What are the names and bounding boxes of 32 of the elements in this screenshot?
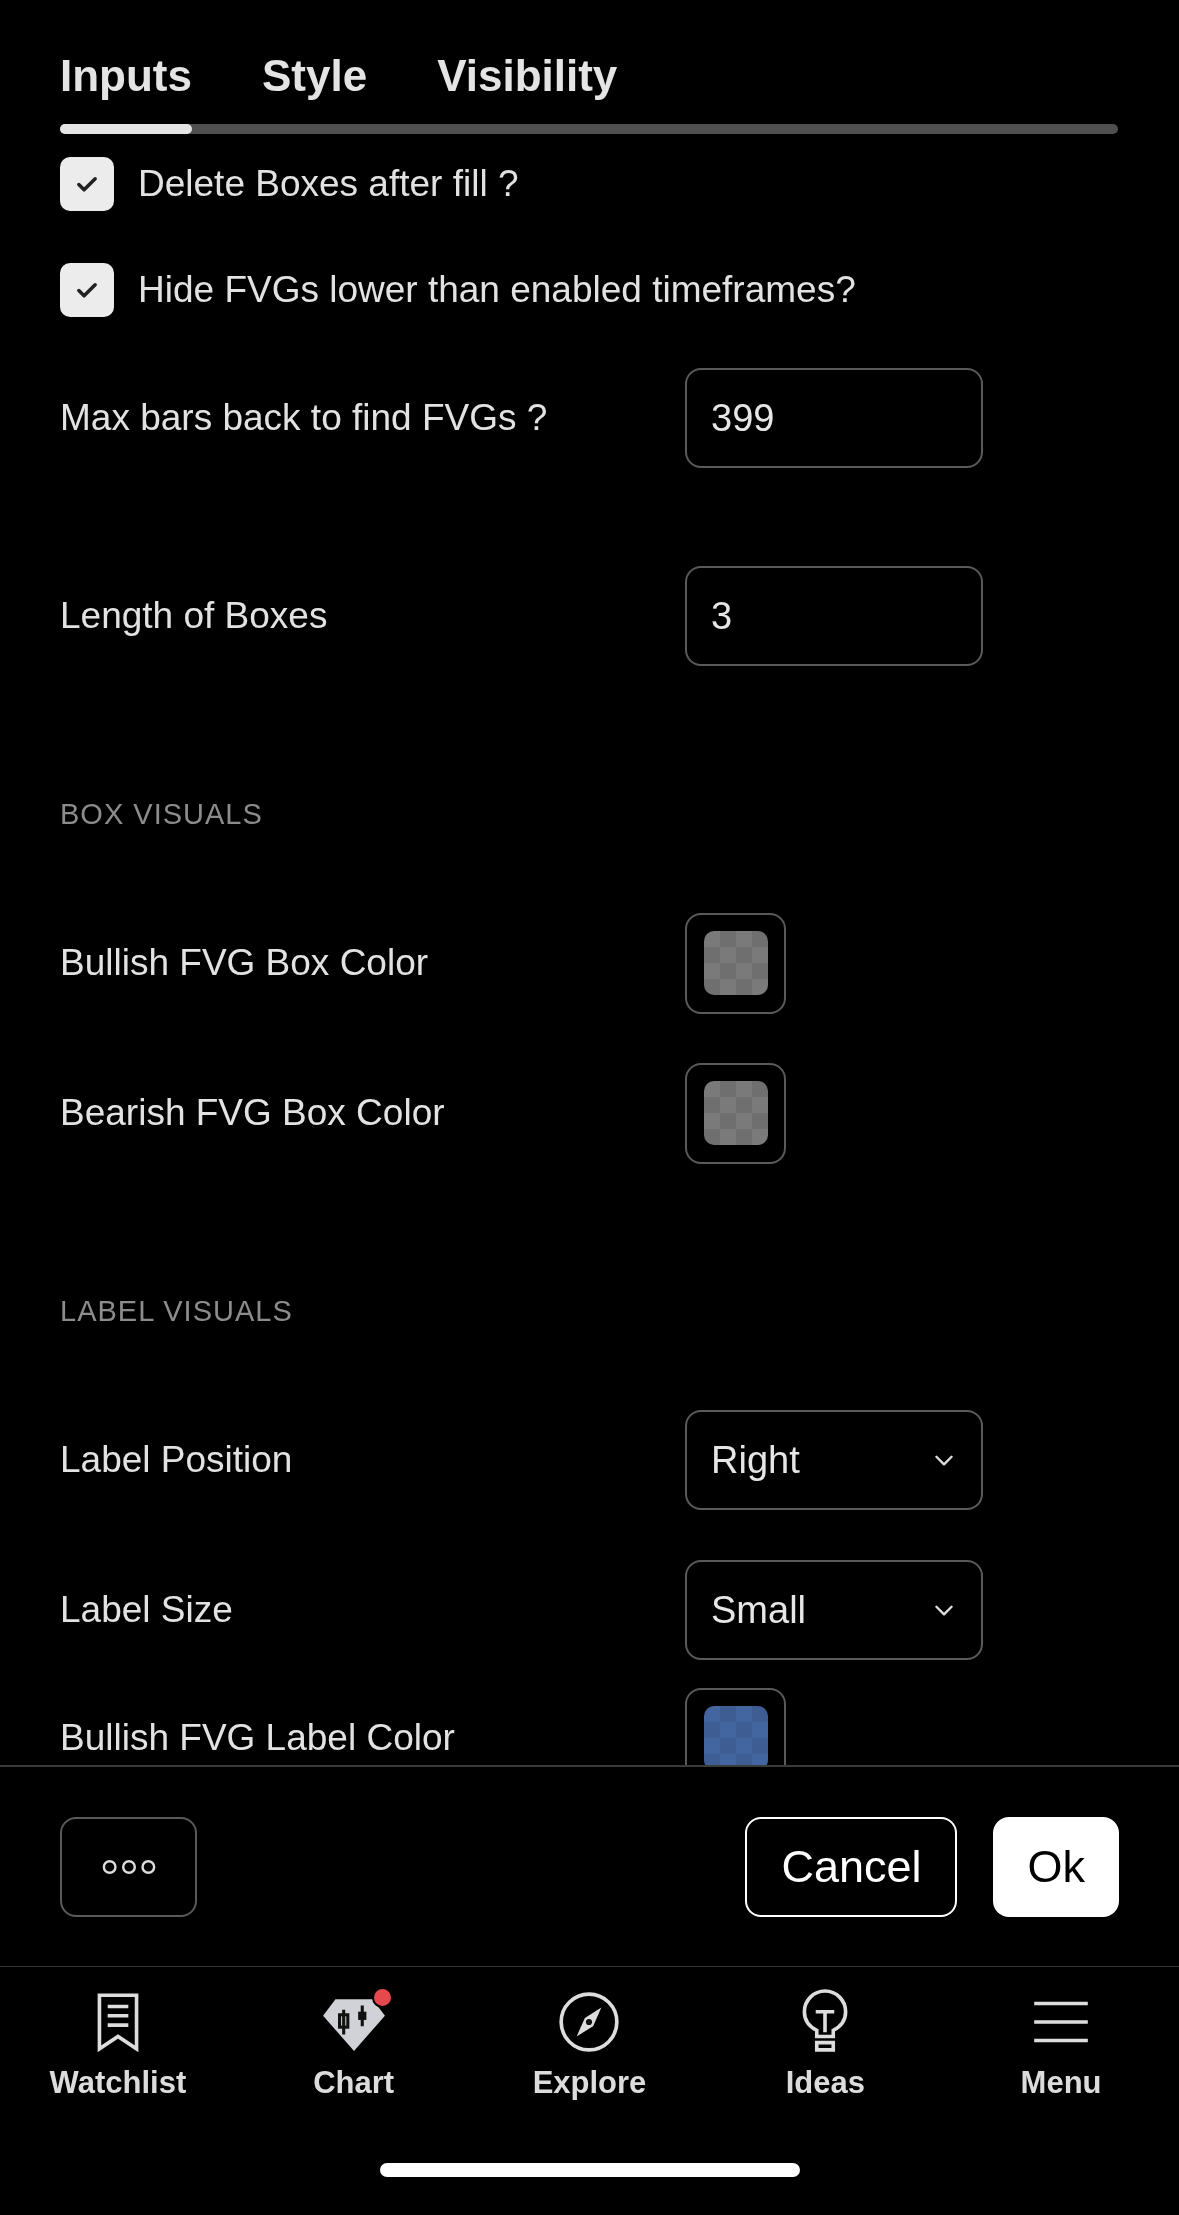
section-heading: LABEL VISUALS <box>60 1294 293 1328</box>
more-button[interactable] <box>60 1816 197 1917</box>
tab[interactable]: Visibility <box>437 40 618 134</box>
checkbox[interactable] <box>60 263 114 317</box>
ok-button[interactable]: Ok <box>993 1816 1119 1917</box>
number-field[interactable]: 399 <box>685 368 983 468</box>
color-picker[interactable] <box>685 1687 786 1765</box>
color-picker[interactable] <box>685 912 786 1014</box>
dropdown[interactable]: Right <box>685 1410 983 1510</box>
setting-label: Label Position <box>60 1439 294 1481</box>
setting-label: Bullish FVG Label Color <box>60 1717 456 1759</box>
checkbox-label: Delete Boxes after fill ? <box>138 163 519 205</box>
setting-label: Length of Boxes <box>60 595 329 637</box>
nav-item[interactable]: Chart <box>235 1989 472 2101</box>
setting-label: Label Size <box>60 1589 234 1631</box>
number-field[interactable]: 3 <box>685 566 983 666</box>
tab[interactable]: Style <box>262 40 368 134</box>
cancel-button[interactable]: Cancel <box>745 1816 958 1917</box>
checkbox[interactable] <box>60 157 114 211</box>
setting-label: Bullish FVG Box Color <box>60 942 430 984</box>
setting-label: Max bars back to find FVGs ? <box>60 397 549 439</box>
checkbox-label: Hide FVGs lower than enabled timeframes? <box>138 269 856 311</box>
nav-item[interactable]: Menu <box>943 1989 1179 2101</box>
tab[interactable]: Inputs <box>60 40 192 134</box>
dropdown[interactable]: Small <box>685 1560 983 1660</box>
nav-item[interactable]: Watchlist <box>0 1989 236 2101</box>
color-picker[interactable] <box>685 1062 786 1164</box>
setting-label: Bearish FVG Box Color <box>60 1092 446 1134</box>
notification-dot <box>371 1987 393 2008</box>
section-heading: BOX VISUALS <box>60 797 263 831</box>
nav-item[interactable]: Explore <box>471 1989 708 2101</box>
nav-item[interactable]: Ideas <box>707 1989 944 2101</box>
